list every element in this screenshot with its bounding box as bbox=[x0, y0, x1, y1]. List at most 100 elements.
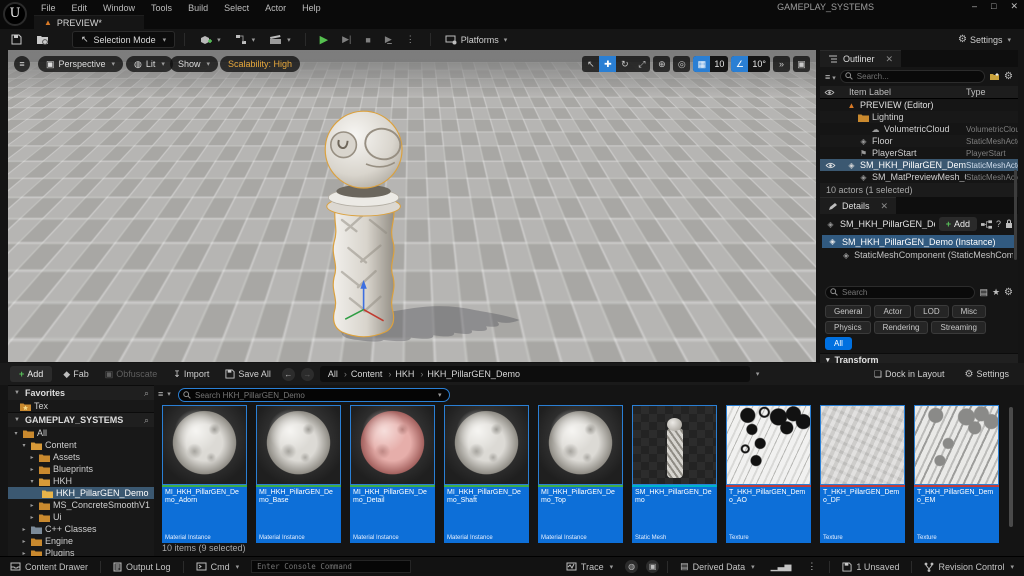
asset-tile-texture-ao[interactable]: T_HKH_PillarGEN_Demo_AOTexture bbox=[726, 405, 811, 543]
column-item-label[interactable]: Item Label bbox=[849, 87, 966, 97]
cb-settings-button[interactable]: ⚙ Settings bbox=[960, 367, 1015, 382]
view-mode-dropdown[interactable]: ◍ Lit bbox=[126, 56, 173, 72]
menu-file[interactable]: File bbox=[34, 1, 63, 15]
outliner-search-input[interactable] bbox=[840, 70, 985, 83]
world-coordinate-button[interactable]: ⊕ bbox=[653, 56, 670, 72]
chip-lod[interactable]: LOD bbox=[914, 305, 948, 318]
tree-node-plugins[interactable]: ▸ Plugins bbox=[8, 547, 154, 556]
add-actor-dropdown[interactable] bbox=[194, 32, 226, 48]
details-close-icon[interactable]: ✕ bbox=[881, 201, 889, 212]
menu-edit[interactable]: Edit bbox=[65, 1, 95, 15]
favorite-item-tex[interactable]: Tex bbox=[8, 400, 154, 412]
eye-icon[interactable] bbox=[825, 162, 836, 169]
outliner-row-folder[interactable]: Lighting bbox=[820, 111, 1018, 123]
menu-window[interactable]: Window bbox=[96, 1, 142, 15]
cb-add-button[interactable]: Add bbox=[10, 366, 52, 382]
search-icon[interactable]: ⌕ bbox=[144, 415, 149, 426]
blueprints-dropdown[interactable] bbox=[230, 32, 261, 47]
details-scrollbar[interactable] bbox=[1014, 170, 1017, 260]
move-tool-button[interactable]: ✚ bbox=[599, 56, 616, 72]
play-options-menu[interactable]: ⋮ bbox=[401, 32, 421, 47]
surface-snap-button[interactable]: ◎ bbox=[673, 56, 690, 72]
rotation-snap-toggle[interactable]: ∠ bbox=[731, 56, 748, 72]
level-tab-preview[interactable]: ▲ PREVIEW* bbox=[34, 15, 144, 29]
path-history-chevron[interactable]: ▾ bbox=[756, 370, 760, 378]
fab-button[interactable]: ◆ Fab bbox=[58, 367, 93, 382]
details-instance-row[interactable]: ◈ SM_HKH_PillarGEN_Demo (Instance) bbox=[822, 235, 1016, 248]
pillar-mesh-actor[interactable] bbox=[286, 100, 526, 348]
outliner-row-actor[interactable]: ◈ Floor StaticMeshActor bbox=[820, 135, 1018, 147]
asset-tile-static-mesh[interactable]: SM_HKH_PillarGEN_DemoStatic Mesh bbox=[632, 405, 717, 543]
performance-graph-icon[interactable]: ▁▃▅ bbox=[767, 561, 796, 572]
back-button[interactable]: ← bbox=[282, 368, 295, 381]
scalability-warning-pill[interactable]: Scalability: High bbox=[220, 56, 300, 72]
derived-data-dropdown[interactable]: ▤ Derived Data bbox=[676, 561, 759, 572]
play-button[interactable]: ▶ bbox=[315, 31, 333, 48]
menu-build[interactable]: Build bbox=[181, 1, 215, 15]
stop-button[interactable]: ■ bbox=[360, 33, 375, 47]
details-component-row[interactable]: ◈ StaticMeshComponent (StaticMeshCompone… bbox=[820, 249, 1018, 261]
chip-physics[interactable]: Physics bbox=[825, 321, 871, 334]
close-button[interactable]: ✕ bbox=[1010, 1, 1018, 12]
trace-dropdown[interactable]: Trace bbox=[562, 562, 617, 572]
rotation-snap-value[interactable]: 10° bbox=[748, 56, 770, 72]
tree-node-hkh[interactable]: ▾ HKH bbox=[8, 475, 154, 487]
grid-snap-value[interactable]: 10 bbox=[710, 56, 728, 72]
forward-button[interactable]: → bbox=[301, 368, 314, 381]
column-type[interactable]: Type bbox=[966, 87, 1018, 97]
insights-status-icon[interactable]: ◍ bbox=[625, 560, 638, 573]
menu-actor[interactable]: Actor bbox=[258, 1, 293, 15]
maximize-button[interactable]: □ bbox=[991, 1, 996, 12]
details-tab[interactable]: Details ✕ bbox=[820, 197, 896, 214]
help-icon[interactable]: ? bbox=[996, 219, 1001, 229]
outliner-row-actor[interactable]: ◈ SM_MatPreviewMesh_01 StaticMeshActor bbox=[820, 171, 1018, 183]
tree-node-content[interactable]: ▾ Content bbox=[8, 439, 154, 451]
breadcrumb-all[interactable]: All bbox=[328, 369, 347, 379]
obfuscate-button[interactable]: ▣ Obfuscate bbox=[100, 367, 163, 382]
project-header[interactable]: ▼ GAMEPLAY_SYSTEMS ⌕ bbox=[8, 412, 154, 427]
import-button[interactable]: ↧ Import bbox=[168, 367, 214, 382]
favorites-header[interactable]: ▼ Favorites ⌕ bbox=[8, 385, 154, 400]
tree-node-ms-concrete[interactable]: ▸ MS_ConcreteSmoothV1 bbox=[8, 499, 154, 511]
chip-streaming[interactable]: Streaming bbox=[931, 321, 985, 334]
selection-mode-dropdown[interactable]: ↖ Selection Mode bbox=[72, 31, 175, 48]
editor-settings-dropdown[interactable]: ⚙ Settings bbox=[953, 29, 1016, 50]
asset-search-input[interactable] bbox=[178, 388, 450, 402]
show-dropdown[interactable]: Show bbox=[170, 56, 218, 72]
search-save-chevron[interactable]: ▾ bbox=[438, 391, 442, 399]
asset-tile-mi-base[interactable]: MI_HKH_PillarGEN_Demo_BaseMaterial Insta… bbox=[256, 405, 341, 543]
outliner-filter-button[interactable]: ≡ bbox=[825, 72, 836, 82]
breadcrumb-content[interactable]: Content bbox=[351, 369, 392, 379]
status-more-menu[interactable]: ⋮ bbox=[803, 561, 821, 572]
menu-select[interactable]: Select bbox=[217, 1, 256, 15]
expand-toolbar-button[interactable]: » bbox=[773, 56, 790, 72]
outliner-row-actor[interactable]: ☁ VolumetricCloud VolumetricCloud bbox=[820, 123, 1018, 135]
minimize-button[interactable]: – bbox=[972, 1, 977, 12]
outliner-row-level[interactable]: ▲ PREVIEW (Editor) bbox=[820, 99, 1018, 111]
search-icon[interactable]: ⌕ bbox=[144, 388, 149, 399]
console-command-input[interactable] bbox=[251, 560, 411, 573]
asset-scrollbar[interactable] bbox=[1009, 407, 1013, 527]
select-tool-button[interactable]: ↖ bbox=[582, 56, 599, 72]
outliner-header[interactable]: Item Label Type bbox=[820, 86, 1018, 99]
scale-tool-button[interactable]: ⤢ bbox=[633, 56, 650, 72]
blueprint-convert-icon[interactable] bbox=[981, 220, 992, 229]
revision-control-dropdown[interactable]: Revision Control bbox=[920, 562, 1018, 572]
asset-tile-mi-top[interactable]: MI_HKH_PillarGEN_Demo_TopMaterial Instan… bbox=[538, 405, 623, 543]
filters-button[interactable]: ≡ bbox=[158, 389, 171, 399]
chip-general[interactable]: General bbox=[825, 305, 871, 318]
asset-tile-mi-adorn[interactable]: MI_HKH_PillarGEN_Demo_AdornMaterial Inst… bbox=[162, 405, 247, 543]
cinematics-dropdown[interactable] bbox=[264, 32, 296, 47]
tree-node-assets[interactable]: ▸ Assets bbox=[8, 451, 154, 463]
tree-node-cpp-classes[interactable]: ▸ C++ Classes bbox=[8, 523, 154, 535]
maximize-viewport-button[interactable]: ▣ bbox=[793, 56, 810, 72]
level-viewport[interactable]: ≡ ▣ Perspective ◍ Lit Show Scalability: … bbox=[8, 50, 816, 362]
breadcrumb-folder[interactable]: HKH_PillarGEN_Demo bbox=[427, 369, 520, 379]
asset-tile-texture-em[interactable]: T_HKH_PillarGEN_Demo_EMTexture bbox=[914, 405, 999, 543]
perspective-dropdown[interactable]: ▣ Perspective bbox=[38, 56, 123, 72]
display-options-icon[interactable]: ▤ bbox=[979, 287, 988, 298]
output-log-button[interactable]: Output Log bbox=[109, 562, 175, 572]
tree-node-blueprints[interactable]: ▸ Blueprints bbox=[8, 463, 154, 475]
screenshot-icon[interactable]: ▣ bbox=[646, 560, 659, 573]
asset-tile-texture-df[interactable]: T_HKH_PillarGEN_Demo_DFTexture bbox=[820, 405, 905, 543]
